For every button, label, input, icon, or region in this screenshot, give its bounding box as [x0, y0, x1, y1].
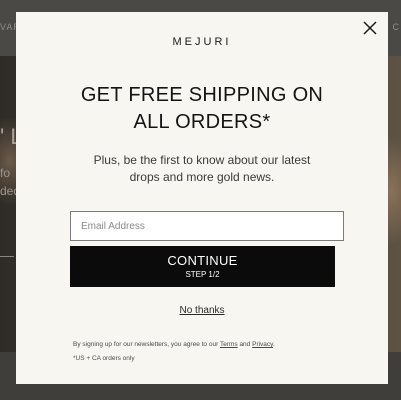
subtext-line-1: Plus, be the first to know about our lat…	[93, 153, 311, 167]
continue-button-step: STEP 1/2	[185, 270, 220, 279]
modal-headline: GET FREE SHIPPING ON ALL ORDERS*	[16, 82, 388, 136]
close-button[interactable]	[362, 20, 378, 36]
legal-text: By signing up for our newsletters, you a…	[73, 341, 275, 348]
shipping-note: *US + CA orders only	[73, 355, 135, 362]
modal-subtext: Plus, be the first to know about our lat…	[16, 152, 388, 186]
page: VAR C ' L fo ded MEJURI GET FREE SHIPPIN…	[0, 0, 401, 400]
background-divider	[0, 256, 14, 257]
privacy-link[interactable]: Privacy	[252, 341, 273, 348]
newsletter-modal: MEJURI GET FREE SHIPPING ON ALL ORDERS* …	[16, 12, 388, 384]
continue-button-label: CONTINUE	[167, 253, 238, 268]
close-icon	[363, 21, 377, 35]
brand-logo: MEJURI	[172, 36, 232, 48]
email-field[interactable]	[70, 211, 344, 241]
background-hero-text: fo	[0, 166, 11, 180]
terms-link[interactable]: Terms	[220, 341, 238, 348]
background-nav-text-right: C	[392, 22, 400, 32]
legal-and: and	[237, 341, 253, 348]
headline-line-2: ALL ORDERS*	[133, 111, 271, 133]
headline-line-1: GET FREE SHIPPING ON	[80, 84, 324, 106]
subtext-line-2: drops and more gold news.	[129, 170, 275, 184]
continue-button[interactable]: CONTINUE STEP 1/2	[70, 246, 335, 287]
legal-suffix: .	[272, 341, 275, 348]
no-thanks-link[interactable]: No thanks	[179, 305, 224, 316]
legal-prefix: By signing up for our newsletters, you a…	[73, 341, 220, 348]
no-thanks-container: No thanks	[16, 305, 388, 316]
